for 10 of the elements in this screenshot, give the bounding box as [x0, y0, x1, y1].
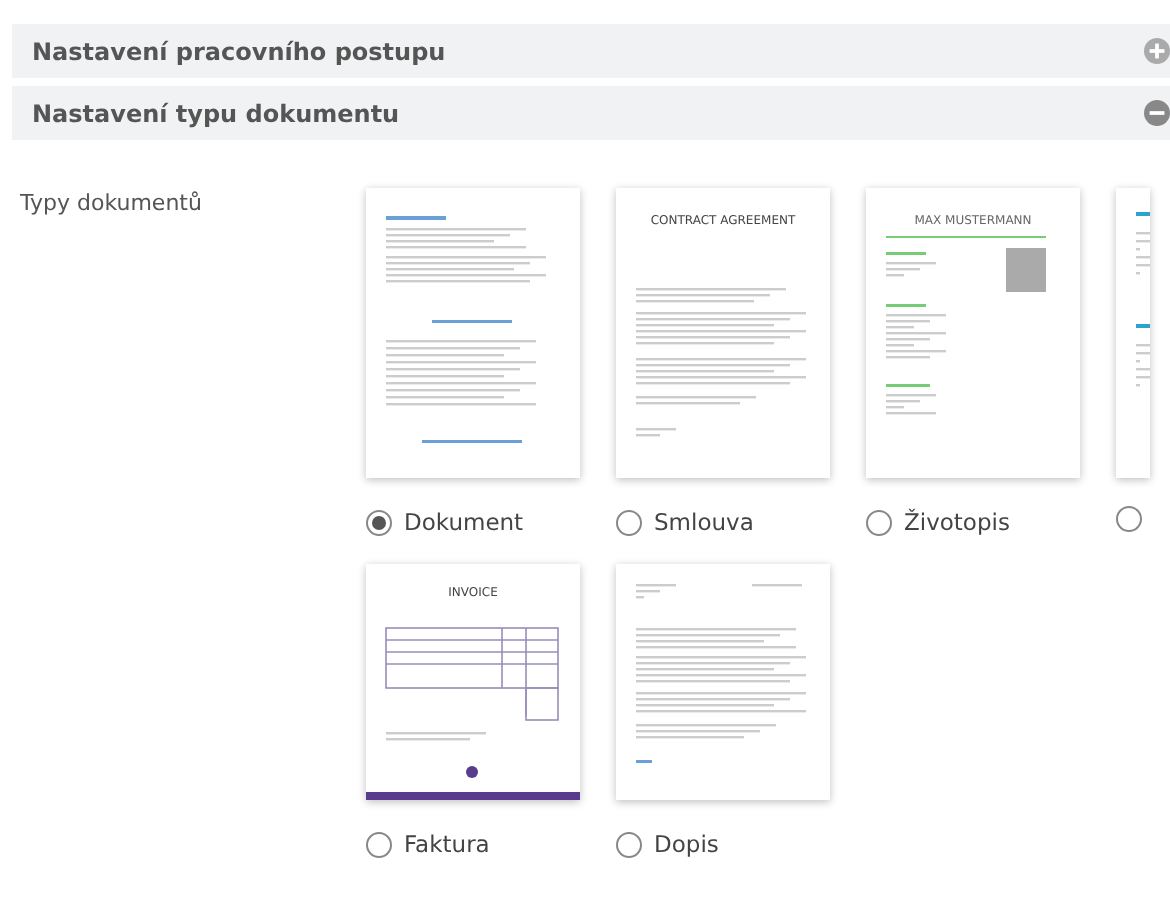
radio-option[interactable]: Dopis: [616, 828, 719, 863]
radio-option[interactable]: Dokument: [366, 506, 524, 541]
radio-option[interactable]: Smlouva: [616, 506, 754, 541]
section-header[interactable]: Nastavení pracovního postupu: [12, 24, 1170, 78]
radio-option[interactable]: Faktura: [366, 828, 490, 863]
section-header[interactable]: Nastavení typu dokumentu: [12, 86, 1170, 140]
field-label: Typy dokumentů: [18, 188, 204, 220]
radio-option[interactable]: Životopis: [866, 506, 1010, 541]
section-title: Nastavení pracovního postupu: [32, 35, 446, 69]
section-title: Nastavení typu dokumentu: [32, 97, 400, 131]
